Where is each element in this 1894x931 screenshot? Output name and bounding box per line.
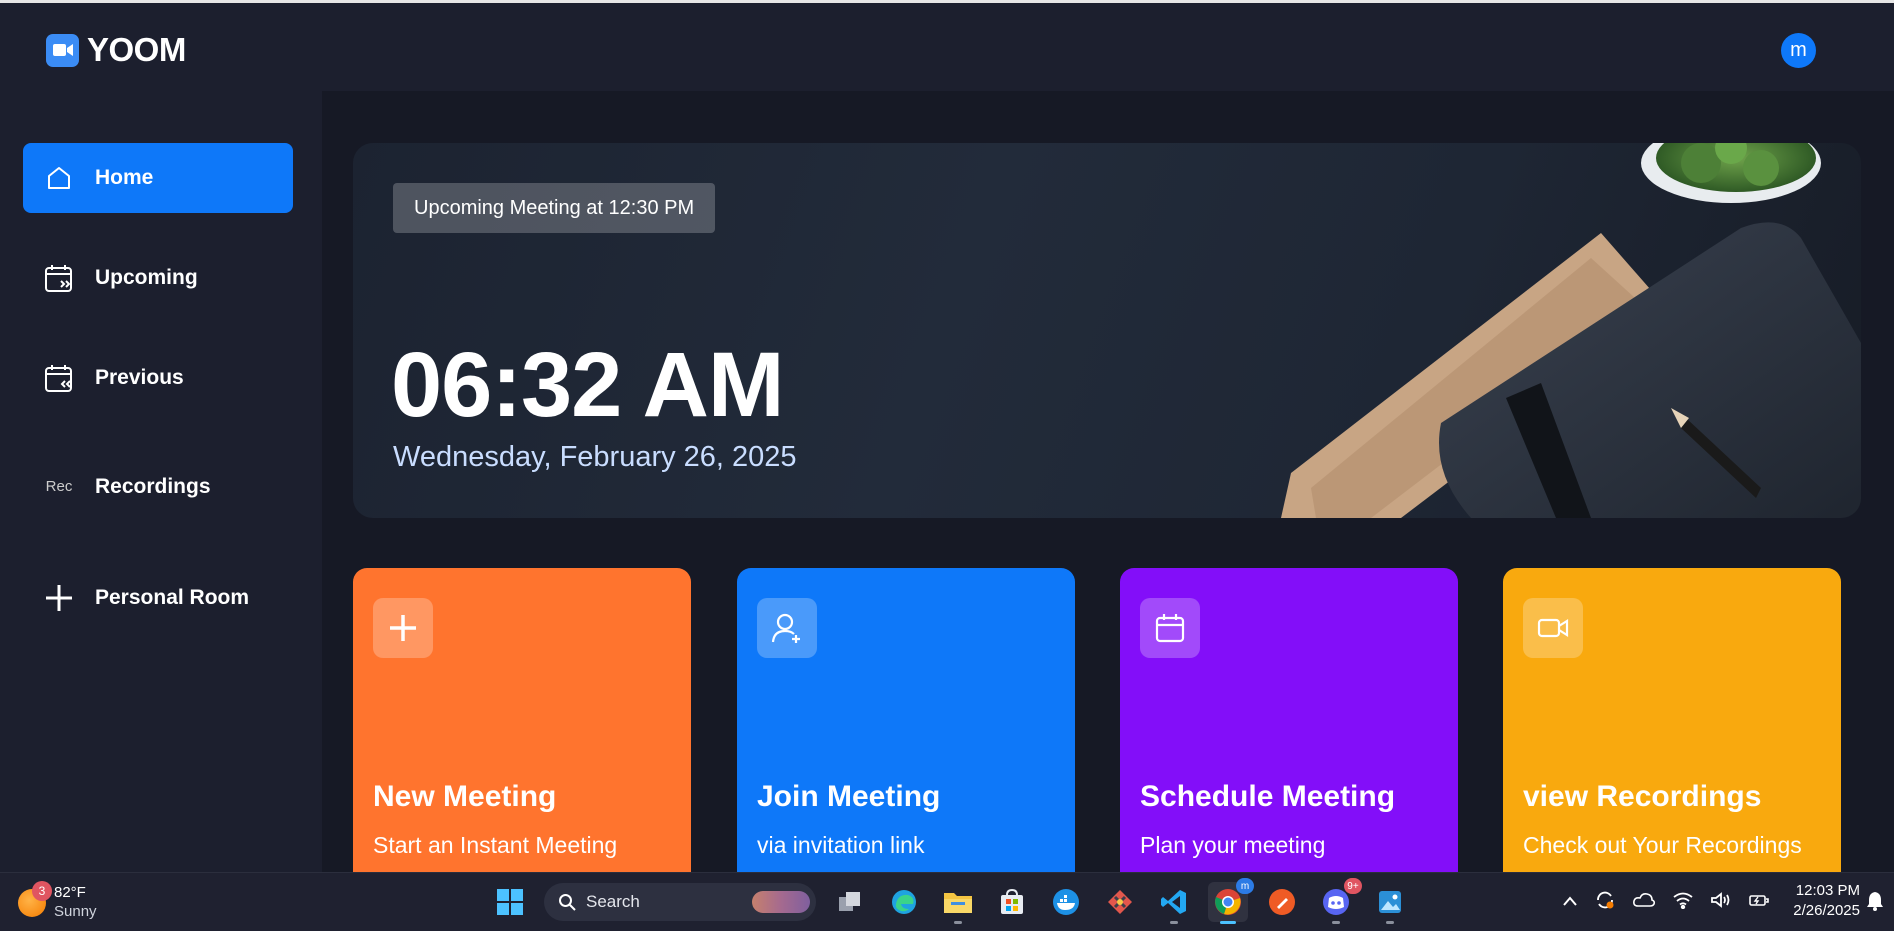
card-subtitle: Check out Your Recordings xyxy=(1523,832,1802,858)
upcoming-meeting-badge: Upcoming Meeting at 12:30 PM xyxy=(393,183,716,233)
chrome-browser-icon[interactable]: m xyxy=(1208,878,1254,924)
taskbar-apps: Search m 9+ xyxy=(490,878,1410,924)
sidebar-item-label: Previous xyxy=(95,366,184,389)
vscode-icon[interactable] xyxy=(1154,882,1194,924)
battery-icon[interactable] xyxy=(1748,891,1770,914)
video-icon xyxy=(1523,598,1583,658)
notification-bell-icon[interactable] xyxy=(1866,891,1884,916)
card-subtitle: Plan your meeting xyxy=(1140,832,1326,858)
sidebar-item-label: Home xyxy=(95,166,154,189)
os-taskbar: 3 82°F Sunny Search m 9+ 12:03 PM 2/26/2… xyxy=(0,872,1894,931)
edge-browser-icon[interactable] xyxy=(884,882,924,922)
microsoft-store-icon[interactable] xyxy=(992,882,1032,922)
sidebar-item-label: Upcoming xyxy=(95,266,198,289)
add-user-icon xyxy=(757,598,817,658)
chrome-profile-badge: m xyxy=(1236,878,1254,894)
wifi-icon[interactable] xyxy=(1672,891,1694,914)
video-camera-logo-icon xyxy=(46,33,79,67)
sidebar-item-recordings[interactable]: Rec Recordings xyxy=(23,452,293,522)
windows-start-icon[interactable] xyxy=(490,882,530,922)
docker-icon[interactable] xyxy=(1046,882,1086,922)
sidebar-item-personal-room[interactable]: Personal Room xyxy=(23,563,293,633)
schedule-meeting-card[interactable]: Schedule Meeting Plan your meeting xyxy=(1120,568,1458,872)
card-title: view Recordings xyxy=(1523,780,1762,813)
desk-notebook-illustration xyxy=(1281,143,1861,518)
card-subtitle: Start an Instant Meeting xyxy=(373,832,618,858)
volume-icon[interactable] xyxy=(1710,891,1732,914)
postman-icon[interactable] xyxy=(1262,882,1302,922)
git-client-icon[interactable] xyxy=(1100,882,1140,922)
plus-icon xyxy=(43,582,75,614)
home-icon xyxy=(43,162,75,194)
user-avatar[interactable]: m xyxy=(1781,33,1816,68)
sidebar-item-previous[interactable]: Previous xyxy=(23,343,293,413)
file-explorer-icon[interactable] xyxy=(938,882,978,924)
chevron-up-icon[interactable] xyxy=(1562,894,1578,912)
sidebar-item-upcoming[interactable]: Upcoming xyxy=(23,243,293,313)
current-date: Wednesday, February 26, 2025 xyxy=(393,441,797,473)
sync-icon[interactable] xyxy=(1594,889,1616,916)
search-icon xyxy=(559,894,576,911)
discord-notification-badge: 9+ xyxy=(1344,878,1362,894)
card-title: Schedule Meeting xyxy=(1140,780,1396,813)
taskbar-search[interactable]: Search xyxy=(544,883,816,921)
sidebar-item-home[interactable]: Home xyxy=(23,143,293,213)
sidebar: Home Upcoming Previous Rec Recordings Pe… xyxy=(0,91,322,872)
calendar-back-icon xyxy=(43,362,75,394)
top-navbar: YOOM m xyxy=(0,3,1894,91)
hero-banner: Upcoming Meeting at 12:30 PM 06:32 AM We… xyxy=(353,143,1861,518)
photos-app-icon[interactable] xyxy=(1370,882,1410,924)
weather-widget[interactable]: 3 82°F Sunny xyxy=(18,881,97,921)
card-title: New Meeting xyxy=(373,780,557,813)
discord-icon[interactable]: 9+ xyxy=(1316,878,1362,924)
sun-icon: 3 xyxy=(18,881,52,917)
task-view-icon[interactable] xyxy=(830,882,870,922)
new-meeting-card[interactable]: New Meeting Start an Instant Meeting xyxy=(353,568,691,872)
view-recordings-card[interactable]: view Recordings Check out Your Recording… xyxy=(1503,568,1841,872)
current-time: 06:32 AM xyxy=(391,334,785,436)
onedrive-cloud-icon[interactable] xyxy=(1632,891,1656,914)
weather-condition: Sunny xyxy=(54,903,97,920)
system-tray xyxy=(1562,889,1770,916)
sidebar-item-label: Recordings xyxy=(95,475,211,498)
calendar-forward-icon xyxy=(43,262,75,294)
card-title: Join Meeting xyxy=(757,780,941,813)
card-subtitle: via invitation link xyxy=(757,832,925,858)
plus-icon xyxy=(373,598,433,658)
search-placeholder: Search xyxy=(586,892,640,911)
weather-badge: 3 xyxy=(32,881,52,901)
clock-date: 2/26/2025 xyxy=(1793,902,1860,919)
app-logo[interactable]: YOOM xyxy=(46,31,186,69)
calendar-icon xyxy=(1140,598,1200,658)
sidebar-item-label: Personal Room xyxy=(95,586,250,609)
search-highlight-image xyxy=(752,891,810,913)
broken-image-icon: Rec xyxy=(45,478,73,495)
weather-temp: 82°F xyxy=(54,884,86,901)
clock-time: 12:03 PM xyxy=(1795,882,1860,899)
system-clock[interactable]: 12:03 PM 2/26/2025 xyxy=(1770,881,1860,921)
app-name: YOOM xyxy=(87,31,186,68)
join-meeting-card[interactable]: Join Meeting via invitation link xyxy=(737,568,1075,872)
